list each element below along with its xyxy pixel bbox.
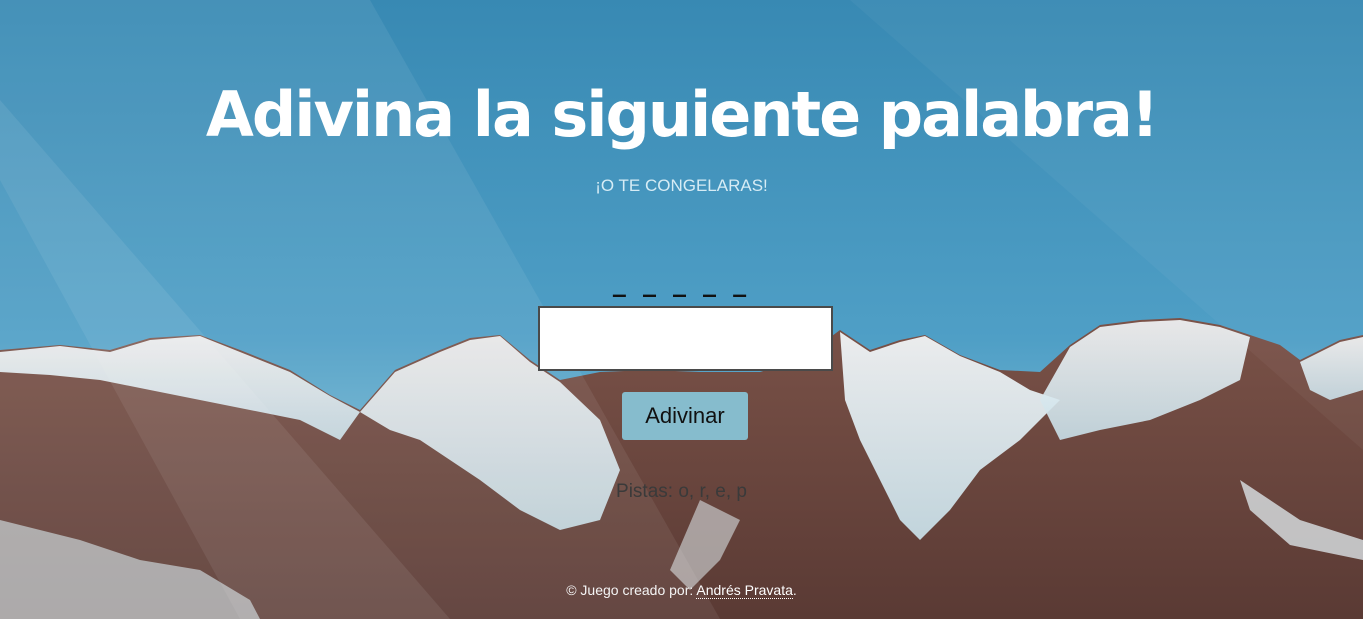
game-page: Adivina la siguiente palabra! ¡O TE CONG…: [0, 0, 1363, 619]
footer-credit-prefix: © Juego creado por:: [566, 582, 694, 598]
hints-text: Pistas: o, r, e, p: [616, 481, 747, 502]
author-link[interactable]: Andrés Pravata: [696, 582, 793, 599]
hidden-word-display: _ _ _ _ _: [612, 268, 751, 298]
page-subtitle: ¡O TE CONGELARAS!: [595, 176, 768, 195]
guess-input[interactable]: [538, 306, 833, 371]
footer: © Juego creado por: Andrés Pravata.: [0, 582, 1363, 599]
page-title: Adivina la siguiente palabra!: [205, 78, 1159, 151]
guess-button[interactable]: Adivinar: [622, 392, 748, 440]
footer-credit-suffix: .: [792, 582, 797, 598]
